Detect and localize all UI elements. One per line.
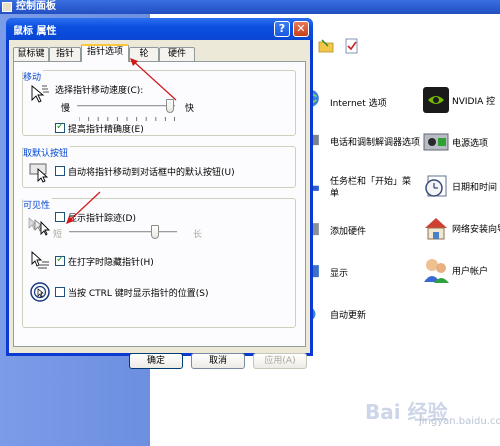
show-location-icon [30,282,50,302]
cp-item-label: 电话和调制解调器选项 [330,138,421,148]
cp-item-label: 显示 [330,269,349,279]
motion-group-title: 移动 [23,70,44,83]
ok-button[interactable]: 确定 [129,353,183,369]
close-button[interactable]: ✕ [293,21,309,37]
help-button[interactable]: ? [274,21,290,37]
baidu-watermark: Bai 经验 jingyan.baidu.com [365,396,500,436]
precision-checkbox[interactable] [55,121,65,133]
apply-button[interactable]: 应用(A) [253,353,307,369]
folder-icon[interactable] [318,38,334,54]
snap-to-icon [29,163,49,183]
hide-pointer-icon [31,250,49,269]
pointer-speed-icon [31,85,49,103]
user-accounts-icon [424,259,449,283]
tab-buttons[interactable]: 鼠标键 [13,47,49,61]
cp-item-label: 日期和时间 [452,183,498,193]
cp-item-label: 用户帐户 [452,267,489,277]
annotation-arrow-trails [66,191,101,224]
snap-to-label: 自动将指针移动到对话框中的默认按钮(U) [68,168,235,178]
show-ctrl-location-label: 当按 CTRL 键时显示指针的位置(S) [68,289,209,299]
power-options-icon [423,133,449,151]
snap-to-checkbox[interactable] [55,166,65,176]
show-ctrl-location-checkbox[interactable] [55,287,65,297]
speed-fast-label: 快 [185,104,195,114]
trails-slider-thumb[interactable] [151,225,160,239]
pointer-trails-icon [28,217,51,236]
cp-item-label: 任务栏和「开始」菜单 [330,177,412,199]
cp-item-label: 电源选项 [452,139,489,149]
date-time-icon [425,175,447,197]
annotation-arrow-tab [130,58,177,101]
hide-while-typing-label: 在打字时隐藏指针(H) [68,258,154,268]
cp-item-label: 添加硬件 [330,227,367,237]
document-check-icon[interactable] [344,38,360,54]
snap-group-title: 取默认按钮 [23,146,71,159]
control-panel-title: 控制面板 [16,1,56,12]
speed-slider-track[interactable] [77,105,175,108]
tab-pointers[interactable]: 指针 [49,47,81,61]
cp-item-label: 网络安装向导 [452,225,500,235]
cp-item-label: 自动更新 [330,311,367,321]
dialog-titlebar[interactable]: 鼠标 属性 ? ✕ [6,18,313,40]
cp-item-label: NVIDIA 控 [452,97,496,107]
control-panel-icon [2,2,12,12]
cancel-button[interactable]: 取消 [191,353,245,369]
watermark-url: jingyan.baidu.com [419,416,500,427]
network-setup-icon [425,218,447,240]
speed-slow-label: 慢 [61,104,71,114]
nvidia-icon [423,87,449,113]
precision-label: 提高指针精确度(E) [68,125,144,135]
hide-while-typing-checkbox[interactable] [55,254,65,266]
speed-slider-ticks [79,117,175,121]
trails-long-label: 长 [193,230,203,240]
snap-to-group: 取默认按钮 自动将指针移动到对话框中的默认按钮(U) [22,146,296,188]
tab-pointer-options[interactable]: 指针选项 [81,44,129,62]
control-panel-titlebar: 控制面板 [0,0,500,14]
visibility-group-title: 可见性 [23,198,53,211]
dialog-title: 鼠标 属性 [13,26,57,37]
cp-item-label: Internet 选项 [330,99,387,109]
